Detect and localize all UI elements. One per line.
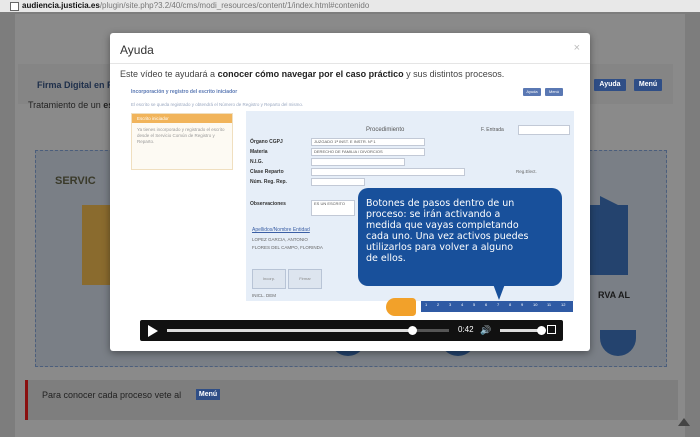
- step-button: 1: [425, 302, 428, 307]
- video-help-button: Ayuda: [523, 88, 541, 96]
- current-time: 0:42: [458, 325, 474, 334]
- form-materia-value: DERECHO DE FAMILIA / DIVORCIOS: [311, 148, 425, 156]
- speaker-icon[interactable]: 🔊: [480, 325, 491, 336]
- help-button[interactable]: Ayuda: [594, 79, 626, 91]
- side-panel-header: Escrito iniciador: [132, 114, 232, 123]
- form-observaciones: ES UN ESCRITO: [311, 200, 355, 216]
- form-numreg-box: [311, 178, 365, 186]
- form-party: FLORES DEL CAMPO, FLORINDA: [252, 245, 323, 250]
- modal-divider: [110, 63, 590, 64]
- url-domain: audiencia.justicia.es: [22, 1, 100, 10]
- form-footer: INICL. DEM: [252, 293, 277, 298]
- form-procedimiento: Procedimiento: [366, 127, 405, 133]
- menu-button[interactable]: Menú: [634, 79, 662, 91]
- play-icon[interactable]: [148, 325, 158, 337]
- form-apellidos-link: Apellidos/Nombre Entidad: [252, 227, 310, 233]
- fullscreen-icon[interactable]: [547, 325, 556, 334]
- callout-bubble: Botones de pasos dentro de un proceso: s…: [358, 188, 562, 286]
- form-entrada-label: F. Entrada: [481, 127, 504, 133]
- video-frame[interactable]: Incorporación y registro del escrito ini…: [121, 86, 576, 344]
- bottom-note: [25, 380, 678, 420]
- video-side-panel: Escrito iniciador Ya tienes incorporado …: [131, 113, 233, 170]
- video-controls: 0:42 🔊: [140, 320, 563, 341]
- right-label: RVA AL: [598, 290, 631, 300]
- modal-title: Ayuda: [120, 43, 154, 57]
- checkbox-icon[interactable]: [10, 2, 19, 11]
- background-subtitle: Tratamiento de un esc: [28, 100, 118, 110]
- seek-progress: [167, 329, 413, 332]
- bottom-note-text: Para conocer cada proceso vete al: [42, 390, 182, 400]
- background-title: Firma Digital en P: [37, 80, 114, 90]
- step-button: 7: [497, 302, 500, 307]
- arrow-icon: [600, 196, 620, 216]
- address-bar[interactable]: audiencia.justicia.es/plugin/site.php?3.…: [0, 0, 700, 12]
- service-label: SERVIC: [55, 175, 96, 187]
- seek-handle[interactable]: [408, 326, 418, 335]
- video-info-line: El escrito se queda registrado y obtendr…: [131, 102, 304, 107]
- callout-tail: [493, 284, 505, 300]
- step-buttons-bar: 1 2 3 4 5 6 7 8 9 10 11 12: [421, 301, 573, 312]
- step-button: 11: [547, 302, 552, 307]
- bottom-menu-button[interactable]: Menú: [196, 389, 220, 400]
- form-label: Observaciones: [250, 201, 286, 207]
- form-clase-box: [311, 168, 465, 176]
- step-button: 2: [437, 302, 440, 307]
- form-label: Órgano CGPJ: [250, 139, 283, 145]
- form-entrada-box: [518, 125, 570, 135]
- form-nig-box: [311, 158, 405, 166]
- video-app-header: Incorporación y registro del escrito ini…: [131, 89, 238, 95]
- pointing-hand-icon: [386, 298, 416, 316]
- form-label: Clase Reparto: [250, 169, 284, 175]
- form-reg-date: Reg.Elect.: [516, 169, 537, 174]
- form-label: Núm. Reg. Rep.: [250, 179, 287, 185]
- step-button: 12: [561, 302, 566, 307]
- form-label: N.I.G.: [250, 159, 264, 165]
- form-firmar-button: Firmar: [288, 269, 322, 289]
- video-menu-button: Menú: [545, 88, 563, 96]
- url-path: /plugin/site.php?3.2/40/cms/modi_resourc…: [99, 1, 370, 10]
- step-button: 3: [449, 302, 452, 307]
- scroll-top-icon[interactable]: [678, 418, 690, 426]
- form-label: Materia: [250, 149, 268, 155]
- volume-slider[interactable]: [500, 329, 540, 332]
- step-button: 5: [473, 302, 476, 307]
- step-button: 4: [461, 302, 464, 307]
- form-incorp-button: Incorp.: [252, 269, 286, 289]
- modal-description: Este vídeo te ayudará a conocer cómo nav…: [120, 69, 505, 79]
- callout-text: Botones de pasos dentro de un proceso: s…: [366, 198, 529, 264]
- form-party: LOPEZ GARCIA, ANTONIO: [252, 237, 308, 242]
- side-panel-text: Ya tienes incorporado y registrado el es…: [137, 127, 225, 144]
- form-organo-value: JUZGADO 1ª INST. E INSTR. Nº 1: [311, 138, 425, 146]
- step-button: 6: [485, 302, 488, 307]
- volume-handle[interactable]: [537, 326, 546, 335]
- step-button: 8: [509, 302, 512, 307]
- close-icon[interactable]: ×: [574, 42, 580, 54]
- step-button: 10: [533, 302, 538, 307]
- seek-bar[interactable]: [167, 326, 449, 335]
- step-button: 9: [521, 302, 524, 307]
